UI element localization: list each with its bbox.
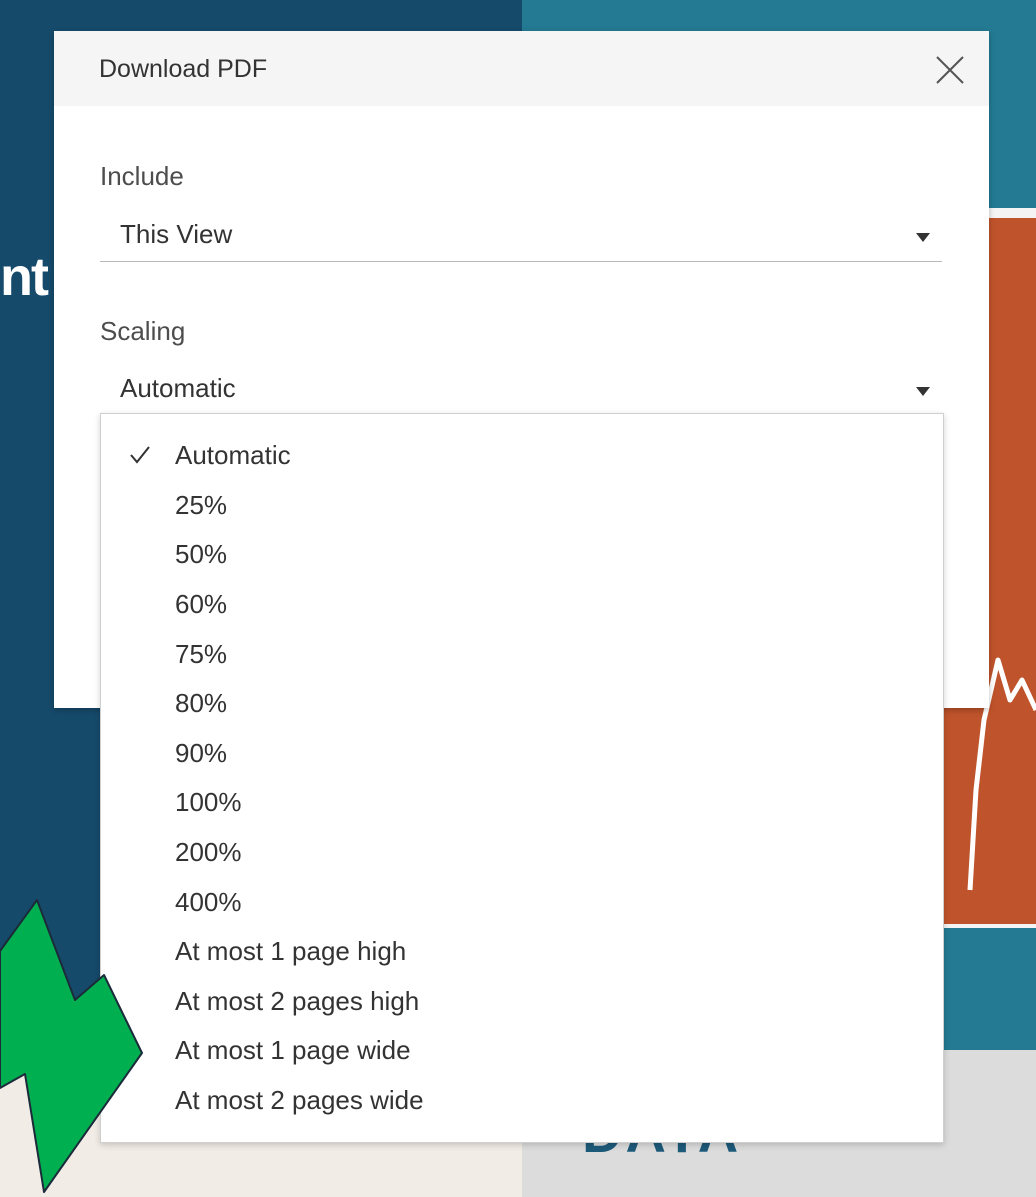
chevron-down-icon [916, 387, 930, 396]
scaling-option[interactable]: At most 1 page high [101, 927, 943, 977]
scaling-option[interactable]: 200% [101, 828, 943, 878]
scaling-option-label: At most 2 pages wide [175, 1085, 424, 1115]
dialog-header: Download PDF [54, 31, 989, 106]
scaling-option-label: 100% [175, 787, 242, 817]
scaling-option[interactable]: 60% [101, 580, 943, 630]
close-icon [936, 56, 964, 84]
include-select[interactable]: This View [100, 211, 942, 262]
scaling-option[interactable]: 50% [101, 530, 943, 580]
scaling-options-list: Automatic 25% 50% 60% 75% 80% 90% 100% 2… [100, 413, 944, 1143]
scaling-select-value: Automatic [120, 373, 236, 403]
scaling-option-label: 25% [175, 490, 228, 520]
scaling-option[interactable]: 400% [101, 878, 943, 928]
scaling-option[interactable]: 75% [101, 630, 943, 680]
scaling-option-label: Automatic [175, 440, 291, 470]
scaling-option[interactable]: At most 2 pages wide [101, 1076, 943, 1126]
chevron-down-icon [916, 233, 930, 242]
scaling-label: Scaling [100, 316, 186, 346]
scaling-option-label: 400% [175, 887, 242, 917]
scaling-option-label: 75% [175, 639, 228, 669]
background-title-fragment: nt [0, 247, 49, 307]
dialog-title: Download PDF [99, 55, 268, 83]
include-label: Include [100, 161, 184, 191]
scaling-option-label: At most 1 page high [175, 936, 407, 966]
scaling-option-label: 80% [175, 688, 228, 718]
scaling-option[interactable]: 25% [101, 481, 943, 531]
scaling-option-label: At most 2 pages high [175, 986, 420, 1016]
background-divider [940, 924, 1036, 928]
close-button[interactable] [933, 53, 967, 87]
scaling-option-label: 60% [175, 589, 228, 619]
green-arrow-icon [0, 899, 143, 1193]
scaling-option-label: At most 1 page wide [175, 1035, 411, 1065]
scaling-option[interactable]: 80% [101, 679, 943, 729]
scaling-option[interactable]: 100% [101, 778, 943, 828]
scaling-option-label: 50% [175, 539, 228, 569]
scaling-option-label: 200% [175, 837, 242, 867]
scaling-option[interactable]: At most 1 page wide [101, 1026, 943, 1076]
scaling-option[interactable]: 90% [101, 729, 943, 779]
scaling-option[interactable]: Automatic [101, 431, 943, 481]
checkmark-icon [130, 446, 150, 464]
scaling-option-label: 90% [175, 738, 228, 768]
scaling-select[interactable]: Automatic [100, 365, 942, 415]
scaling-option[interactable]: At most 2 pages high [101, 977, 943, 1027]
include-select-value: This View [120, 219, 233, 249]
